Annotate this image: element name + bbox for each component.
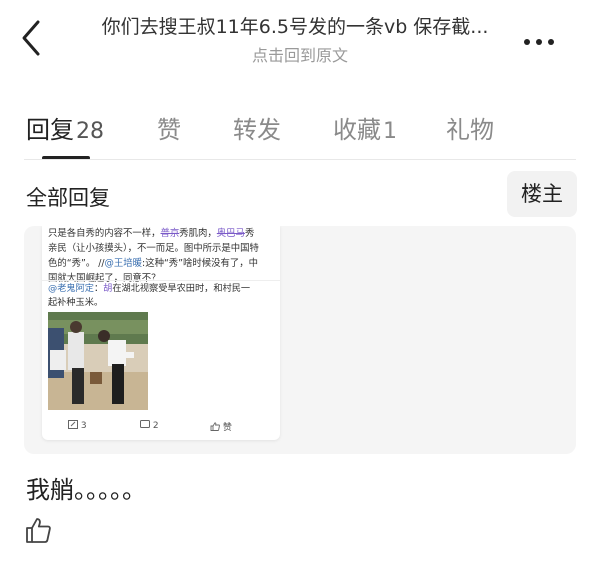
top-bar: 你们去搜王叔11年6.5号发的一条vb 保存截... 点击回到原文 xyxy=(0,0,600,72)
like-button[interactable] xyxy=(24,516,52,544)
more-dots-icon xyxy=(536,39,542,45)
tab-count: 28 xyxy=(76,119,104,144)
struck-text: 奥巴马 xyxy=(216,228,245,239)
more-dots-icon xyxy=(548,39,554,45)
text-segment: 秀 xyxy=(244,228,255,239)
tab-label: 礼物 xyxy=(446,116,494,144)
more-button[interactable] xyxy=(524,30,568,46)
tab-bar: 回复28 赞 转发 收藏1 礼物 xyxy=(0,100,600,160)
tab-label: 回复 xyxy=(26,116,74,144)
repost-icon xyxy=(68,420,78,429)
text-segment: 在湖北视察受旱农田时，和村民一 xyxy=(112,283,251,294)
reply-image-container: 只是各自秀的内容不一样，普京秀肌肉，奥巴马秀 亲民（让小孩摸头），不一而足。图中… xyxy=(24,226,576,454)
like-label: 赞 xyxy=(222,423,232,433)
page-title[interactable]: 你们去搜王叔11年6.5号发的一条vb 保存截... xyxy=(74,12,516,39)
divider xyxy=(24,159,576,160)
back-to-original-link[interactable]: 点击回到原文 xyxy=(0,42,600,66)
redacted-text: 胡 xyxy=(103,283,113,294)
text-segment: 色的“秀”。 // xyxy=(48,258,105,269)
tab-gifts[interactable]: 礼物 xyxy=(446,110,494,145)
text-segment: 只是各自秀的内容不一样， xyxy=(48,228,161,239)
news-photo xyxy=(48,312,148,410)
embedded-post-text: 只是各自秀的内容不一样，普京秀肌肉，奥巴马秀 亲民（让小孩摸头），不一而足。图中… xyxy=(48,226,274,286)
comment-count: 2 xyxy=(152,421,159,431)
tab-label: 赞 xyxy=(157,116,181,144)
tab-favorites[interactable]: 收藏1 xyxy=(333,110,397,145)
embedded-action-bar: 3 2 赞 xyxy=(42,420,280,436)
text-segment: :这种“秀”啥时候没有了，中 xyxy=(142,258,259,269)
tab-label: 转发 xyxy=(233,116,281,144)
embedded-comment-action: 2 xyxy=(140,420,159,431)
tab-replies[interactable]: 回复28 xyxy=(26,110,104,145)
text-line: 亲民（让小孩摸头），不一而足。图中所示是中国特 xyxy=(48,243,259,254)
tab-reposts[interactable]: 转发 xyxy=(233,110,281,145)
repost-count: 3 xyxy=(80,421,87,431)
reply-filter-row: 全部回复 楼主 xyxy=(0,170,600,220)
thumbs-up-icon xyxy=(26,518,51,543)
tab-count: 1 xyxy=(383,119,397,144)
user-mention: @王培暖 xyxy=(104,258,143,269)
text-line: 起补种玉米。 xyxy=(48,297,104,308)
divider xyxy=(42,280,280,281)
user-mention: @老鬼阿定 xyxy=(48,283,94,294)
author-only-button[interactable]: 楼主 xyxy=(507,171,577,217)
more-dots-icon xyxy=(524,39,530,45)
embedded-repost-action: 3 xyxy=(68,420,87,431)
all-replies-label: 全部回复 xyxy=(26,186,110,210)
text-segment: 秀肌肉， xyxy=(179,228,217,239)
embedded-post-screenshot[interactable]: 只是各自秀的内容不一样，普京秀肌肉，奥巴马秀 亲民（让小孩摸头），不一而足。图中… xyxy=(42,226,280,440)
comment-icon xyxy=(140,420,150,428)
embedded-original-post: @老鬼阿定：胡在湖北视察受旱农田时，和村民一 起补种玉米。 xyxy=(48,282,274,310)
struck-text: 普京 xyxy=(160,228,180,239)
embedded-like-action: 赞 xyxy=(210,420,232,433)
tab-likes[interactable]: 赞 xyxy=(157,110,181,145)
text-segment: ： xyxy=(93,283,104,294)
tab-label: 收藏 xyxy=(333,116,381,144)
thumbs-up-icon xyxy=(210,422,220,431)
reply-text: 我艄。。。。。 xyxy=(26,476,146,504)
